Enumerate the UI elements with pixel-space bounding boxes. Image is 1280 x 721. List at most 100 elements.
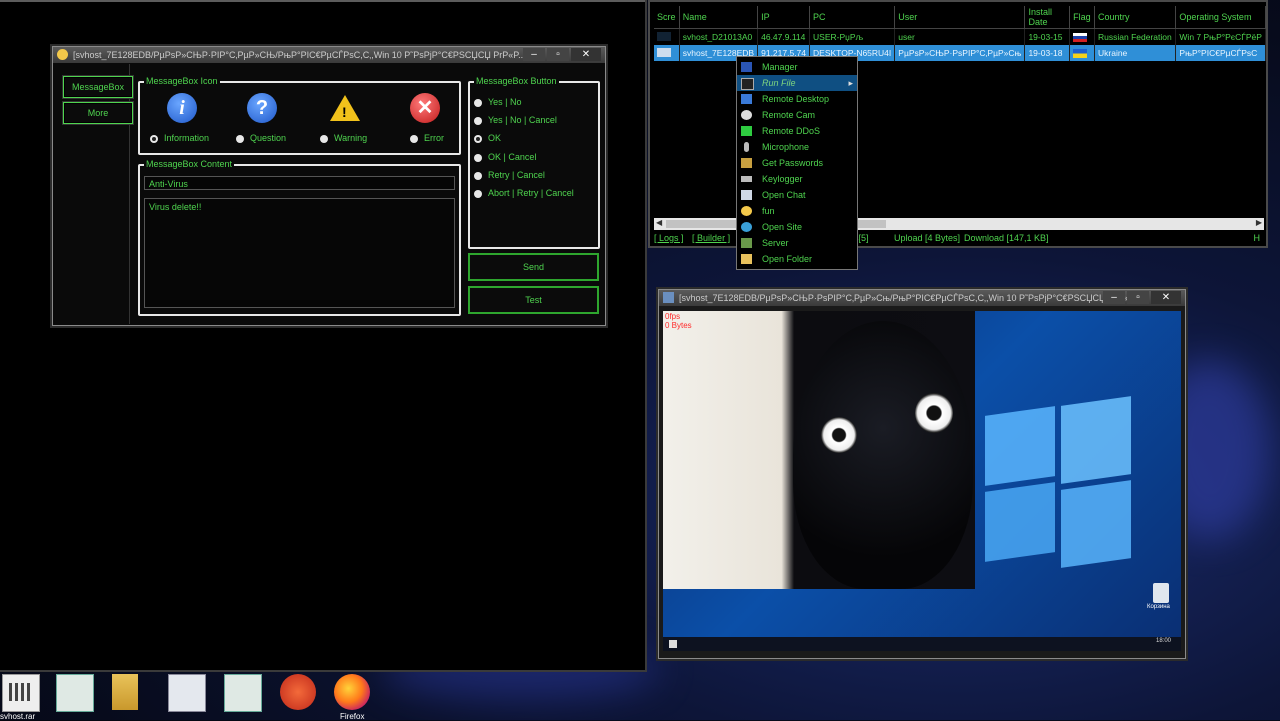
messagebox-icon-group: MessageBox Icon i ? ! ✕ Information Ques…	[138, 76, 461, 155]
body-textarea[interactable]: Virus delete!!	[144, 198, 455, 308]
smiley-icon	[741, 206, 752, 216]
radio-abort-retry-cancel[interactable]: Abort | Retry | Cancel	[474, 188, 574, 198]
cell-country: Ukraine	[1094, 45, 1177, 61]
webcam-icon	[741, 110, 752, 120]
firefox-icon[interactable]	[334, 674, 370, 710]
radio-ok[interactable]: OK	[474, 133, 501, 143]
title-bar[interactable]: [svhost_7E128EDB/PµPsP»CЊP·PsPIP°C‚PµP»C…	[659, 290, 1185, 306]
menu-item-get-passwords[interactable]: Get Passwords	[737, 155, 857, 171]
folder-icon[interactable]	[112, 674, 138, 710]
document-icon[interactable]	[56, 674, 94, 712]
menu-item-remote-ddos[interactable]: Remote DDoS	[737, 123, 857, 139]
left-eye	[821, 417, 857, 453]
col-pc[interactable]: PC	[809, 6, 896, 29]
logs-link[interactable]: [ Logs ]	[654, 233, 684, 243]
start-icon[interactable]	[669, 640, 677, 648]
server-icon	[741, 238, 752, 248]
folder-icon	[741, 254, 752, 264]
radio-yes-no[interactable]: Yes | No	[474, 97, 522, 107]
shortcut-icon[interactable]	[280, 674, 316, 710]
radio-retry-cancel[interactable]: Retry | Cancel	[474, 170, 545, 180]
maximize-button[interactable]: ▫	[1127, 291, 1149, 304]
windows-logo-icon	[985, 396, 1135, 568]
col-name[interactable]: Name	[679, 6, 759, 29]
recycle-bin-label: Корзина	[1147, 604, 1170, 610]
sidebar-item-messagebox[interactable]: MessageBox	[63, 76, 133, 98]
col-user[interactable]: User	[894, 6, 1026, 29]
app-icon	[57, 49, 68, 60]
title-bar[interactable]: [svhost_7E128EDB/PµPsP»CЊP·PIP°C‚PµP»CЊ/…	[53, 47, 605, 63]
menu-item-remote-cam[interactable]: Remote Cam	[737, 107, 857, 123]
remote-taskbar: 18:00	[663, 637, 1181, 651]
scroll-right-arrow-icon[interactable]: ▶	[1256, 218, 1262, 227]
send-button[interactable]: Send	[468, 253, 599, 281]
menu-item-keylogger[interactable]: Keylogger	[737, 171, 857, 187]
radio-ok-cancel[interactable]: OK | Cancel	[474, 152, 536, 162]
test-button[interactable]: Test	[468, 286, 599, 314]
cell-os: PњP°PIC€PµCЃPsC	[1175, 45, 1266, 61]
microphone-icon	[744, 142, 749, 152]
remote-desktop-icon	[741, 94, 752, 104]
cell-date: 19-03-18	[1024, 45, 1071, 61]
messagebox-content-group: MessageBox Content Anti-Virus Virus dele…	[138, 159, 461, 316]
flag-russia-icon	[1069, 28, 1095, 45]
cell-os: Win 7 РњР°РєСЃРёР	[1175, 28, 1266, 45]
screen-thumb	[654, 45, 680, 61]
close-button[interactable]: ✕	[571, 48, 601, 61]
radio-yes-no-cancel[interactable]: Yes | No | Cancel	[474, 115, 557, 125]
col-country[interactable]: Country	[1094, 6, 1177, 29]
window-title: [svhost_7E128EDB/PµPsP»CЊP·PIP°C‚PµP»CЊ/…	[73, 50, 526, 60]
sidebar: MessageBox More	[53, 64, 133, 324]
col-install-date[interactable]: Install Date	[1024, 6, 1071, 29]
radio-question[interactable]: Question	[236, 133, 286, 143]
settings-doc-icon[interactable]	[168, 674, 206, 712]
minimize-button[interactable]: –	[1103, 291, 1125, 304]
menu-item-fun[interactable]: fun	[737, 203, 857, 219]
cell-date: 19-03-15	[1024, 28, 1071, 45]
sidebar-item-more[interactable]: More	[63, 102, 133, 124]
key-icon	[741, 158, 752, 168]
col-os[interactable]: Operating System	[1175, 6, 1266, 29]
document-icon[interactable]	[224, 674, 262, 712]
ddos-icon	[741, 126, 752, 136]
builder-link[interactable]: [ Builder ]	[692, 233, 730, 243]
col-ip[interactable]: IP	[757, 6, 811, 29]
upload-stat: Upload [4 Bytes]	[894, 233, 961, 243]
menu-item-remote-desktop[interactable]: Remote Desktop	[737, 91, 857, 107]
question-icon: ?	[247, 93, 277, 123]
menu-item-manager[interactable]: Manager	[737, 59, 857, 75]
remote-clock: 18:00	[1155, 638, 1171, 644]
col-flag[interactable]: Flag	[1069, 6, 1095, 29]
radio-information[interactable]: Information	[150, 133, 209, 143]
download-stat: Download [147,1 KB]	[964, 233, 1049, 243]
menu-item-run-file[interactable]: Run File ▸	[737, 75, 857, 91]
menu-item-open-folder[interactable]: Open Folder	[737, 251, 857, 267]
radio-error[interactable]: Error	[410, 133, 444, 143]
cell-user: PµPsP»CЊP·PsPIP°C‚PµP»Cњ	[894, 45, 1026, 61]
minimize-button[interactable]: –	[523, 48, 545, 61]
title-input[interactable]: Anti-Virus	[144, 176, 455, 190]
creature-face	[793, 321, 973, 589]
menu-item-open-site[interactable]: Open Site	[737, 219, 857, 235]
scroll-left-arrow-icon[interactable]: ◀	[656, 218, 662, 227]
col-screen[interactable]: Scre	[654, 6, 680, 29]
remote-screen[interactable]: 0fps 0 Bytes Корзина 18:00	[663, 311, 1181, 651]
menu-item-server[interactable]: Server	[737, 235, 857, 251]
radio-warning[interactable]: Warning	[320, 133, 367, 143]
messagebox-builder-window: [svhost_7E128EDB/PµPsP»CЊP·PIP°C‚PµP»CЊ/…	[52, 46, 606, 326]
recycle-bin-icon[interactable]	[1153, 583, 1169, 603]
screen-thumb	[654, 28, 680, 45]
maximize-button[interactable]: ▫	[547, 48, 569, 61]
cell-ip: 46.47.9.114	[757, 28, 811, 45]
right-eye	[915, 393, 953, 433]
group-title: MessageBox Button	[474, 76, 559, 86]
menu-item-microphone[interactable]: Microphone	[737, 139, 857, 155]
fps-value: 0fps	[665, 312, 681, 321]
window-icon	[663, 292, 674, 303]
close-button[interactable]: ✕	[1151, 291, 1181, 304]
table-row[interactable]: svhost_D21013A0 46.47.9.114 USER-PџРљ us…	[654, 28, 1266, 45]
info-icon: i	[167, 93, 197, 123]
archive-icon[interactable]	[2, 674, 40, 712]
menu-item-open-chat[interactable]: Open Chat	[737, 187, 857, 203]
avatar-strip	[0, 0, 645, 2]
